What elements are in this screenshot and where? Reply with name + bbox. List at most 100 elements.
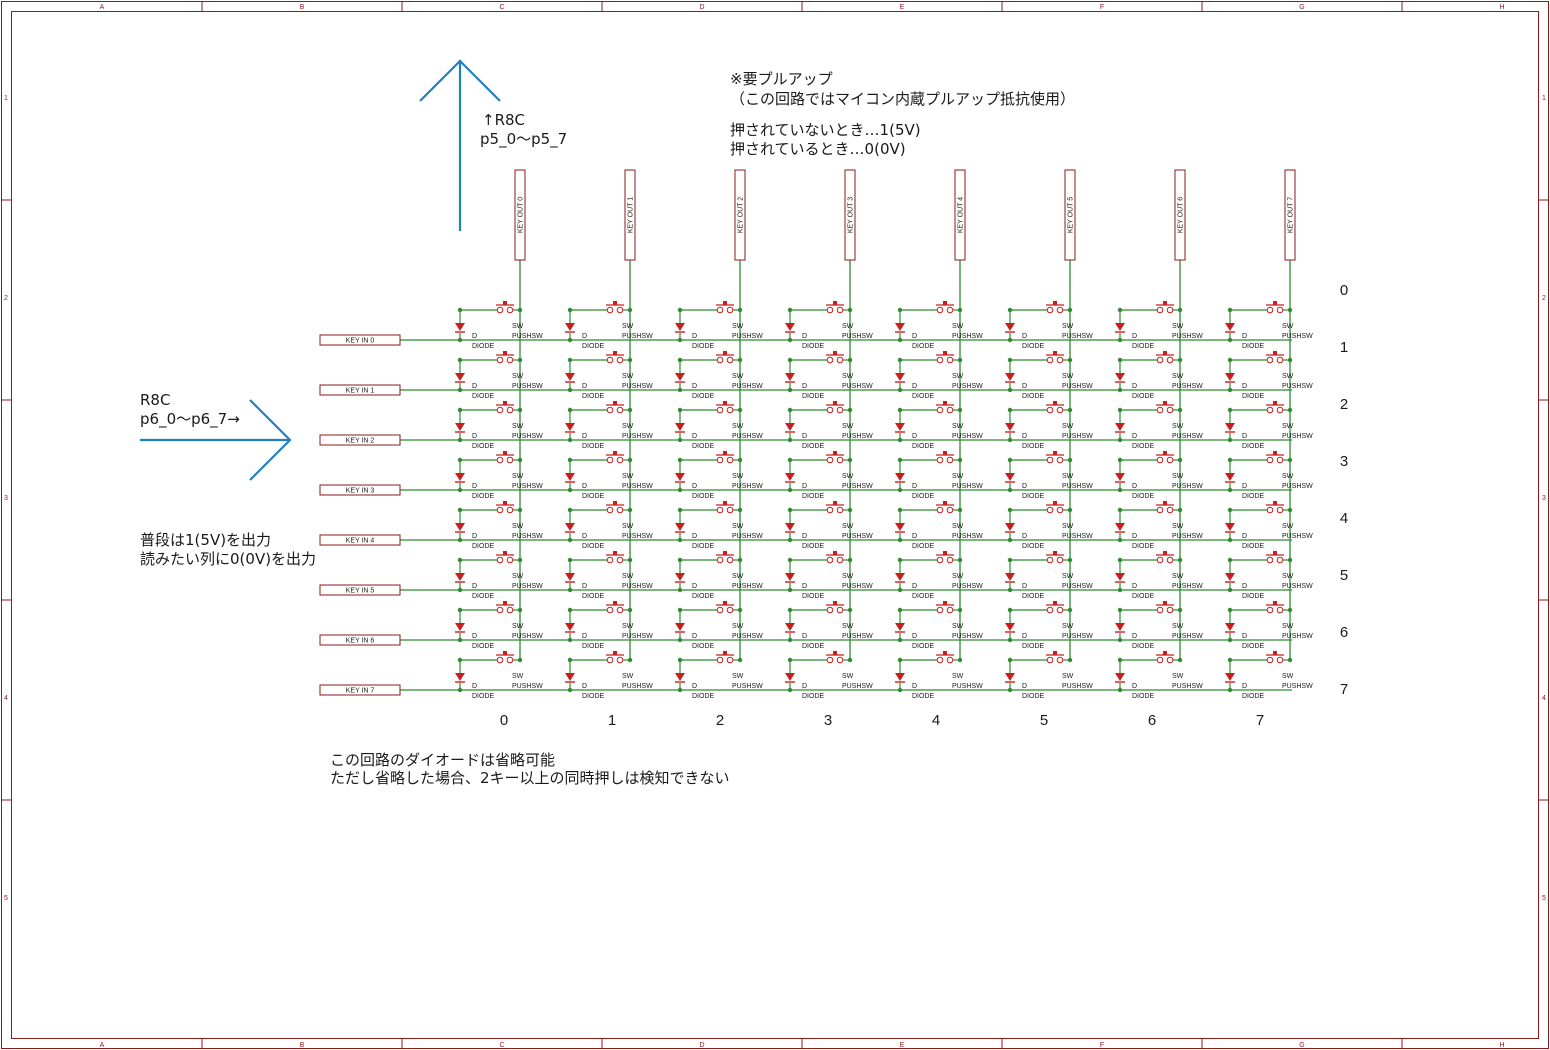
switch-value: PUSHSW [952, 483, 983, 490]
key-in-label: KEY IN 1 [346, 388, 375, 395]
junction-dot [737, 557, 743, 563]
junction-dot [787, 357, 793, 363]
junction-dot [677, 407, 683, 413]
diode-ref: D [1022, 333, 1027, 340]
switch-button [723, 451, 727, 455]
switch-contact [726, 606, 734, 614]
diode-value: DIODE [1242, 693, 1265, 700]
diode-value: DIODE [472, 343, 495, 350]
switch-button [503, 351, 507, 355]
switch-ref: SW [1282, 373, 1294, 380]
row-number: 3 [1340, 453, 1348, 470]
switch-button [613, 301, 617, 305]
switch-contact [1276, 406, 1284, 414]
switch-value: PUSHSW [732, 683, 763, 690]
junction-dot [897, 587, 903, 593]
junction-dot [737, 307, 743, 313]
junction-dot [737, 607, 743, 613]
diode-value: DIODE [1132, 693, 1155, 700]
junction-dot [1067, 657, 1073, 663]
switch-contact [836, 606, 844, 614]
switch-value: PUSHSW [1282, 333, 1313, 340]
switch-contact [1156, 506, 1164, 514]
switch-contact [1056, 656, 1064, 664]
diode-value: DIODE [1022, 493, 1045, 500]
diode-value: DIODE [802, 593, 825, 600]
junction-dot [1287, 457, 1293, 463]
column-number: 0 [500, 712, 508, 729]
switch-ref: SW [1062, 623, 1074, 630]
border-row-label: 4 [4, 695, 8, 702]
switch-ref: SW [512, 423, 524, 430]
column-number: 5 [1040, 712, 1048, 729]
switch-value: PUSHSW [622, 633, 653, 640]
junction-dot [897, 387, 903, 393]
junction-dot [897, 657, 903, 663]
junction-dot [1007, 457, 1013, 463]
switch-contact [616, 656, 624, 664]
switch-contact [726, 306, 734, 314]
diode-triangle [565, 623, 575, 631]
switch-ref: SW [512, 473, 524, 480]
junction-dot [847, 657, 853, 663]
junction-dot [567, 657, 573, 663]
switch-ref: SW [842, 473, 854, 480]
diode-triangle [1005, 373, 1015, 381]
junction-dot [1117, 587, 1123, 593]
switch-value: PUSHSW [732, 483, 763, 490]
diode-value: DIODE [802, 343, 825, 350]
junction-dot [1117, 537, 1123, 543]
junction-dot [457, 537, 463, 543]
switch-contact [1156, 556, 1164, 564]
diode-value: DIODE [582, 693, 605, 700]
diode-triangle [675, 673, 685, 681]
key-out-label: KEY OUT 6 [1178, 197, 1185, 233]
switch-value: PUSHSW [1172, 383, 1203, 390]
switch-contact [1276, 556, 1284, 564]
diode-value: DIODE [472, 693, 495, 700]
switch-value: PUSHSW [512, 683, 543, 690]
switch-ref: SW [1172, 373, 1184, 380]
switch-ref: SW [732, 323, 744, 330]
diode-ref: D [1132, 533, 1137, 540]
diode-ref: D [692, 383, 697, 390]
switch-ref: SW [1062, 473, 1074, 480]
junction-dot [1227, 507, 1233, 513]
key-in-label: KEY IN 2 [346, 438, 375, 445]
r8c-output-note-line2: p5_0～p5_7 [480, 130, 568, 148]
column-number: 3 [824, 712, 832, 729]
switch-value: PUSHSW [1282, 483, 1313, 490]
switch-value: PUSHSW [622, 333, 653, 340]
r8c-input-note-line1: R8C [140, 391, 171, 409]
switch-contact [496, 356, 504, 364]
diode-value: DIODE [692, 393, 715, 400]
diode-value: DIODE [472, 493, 495, 500]
diode-triangle [565, 573, 575, 581]
switch-button [833, 551, 837, 555]
junction-dot [787, 557, 793, 563]
diode-triangle [785, 673, 795, 681]
switch-button [833, 401, 837, 405]
junction-dot [957, 557, 963, 563]
switch-contact [836, 556, 844, 564]
switch-value: PUSHSW [842, 433, 873, 440]
junction-dot [677, 557, 683, 563]
pullup-note-line2: （この回路ではマイコン内蔵プルアップ抵抗使用） [730, 90, 1076, 108]
switch-button [943, 551, 947, 555]
inner-frame [11, 11, 1539, 1039]
switch-ref: SW [1062, 323, 1074, 330]
diode-value: DIODE [1132, 443, 1155, 450]
switch-contact [1266, 356, 1274, 364]
junction-dot [517, 557, 523, 563]
switch-contact [1276, 606, 1284, 614]
junction-dot [567, 337, 573, 343]
switch-contact [716, 506, 724, 514]
junction-dot [517, 407, 523, 413]
diode-ref: D [582, 483, 587, 490]
junction-dot [1007, 637, 1013, 643]
switch-ref: SW [512, 573, 524, 580]
switch-value: PUSHSW [622, 583, 653, 590]
switch-ref: SW [842, 423, 854, 430]
junction-dot [897, 457, 903, 463]
junction-dot [897, 557, 903, 563]
